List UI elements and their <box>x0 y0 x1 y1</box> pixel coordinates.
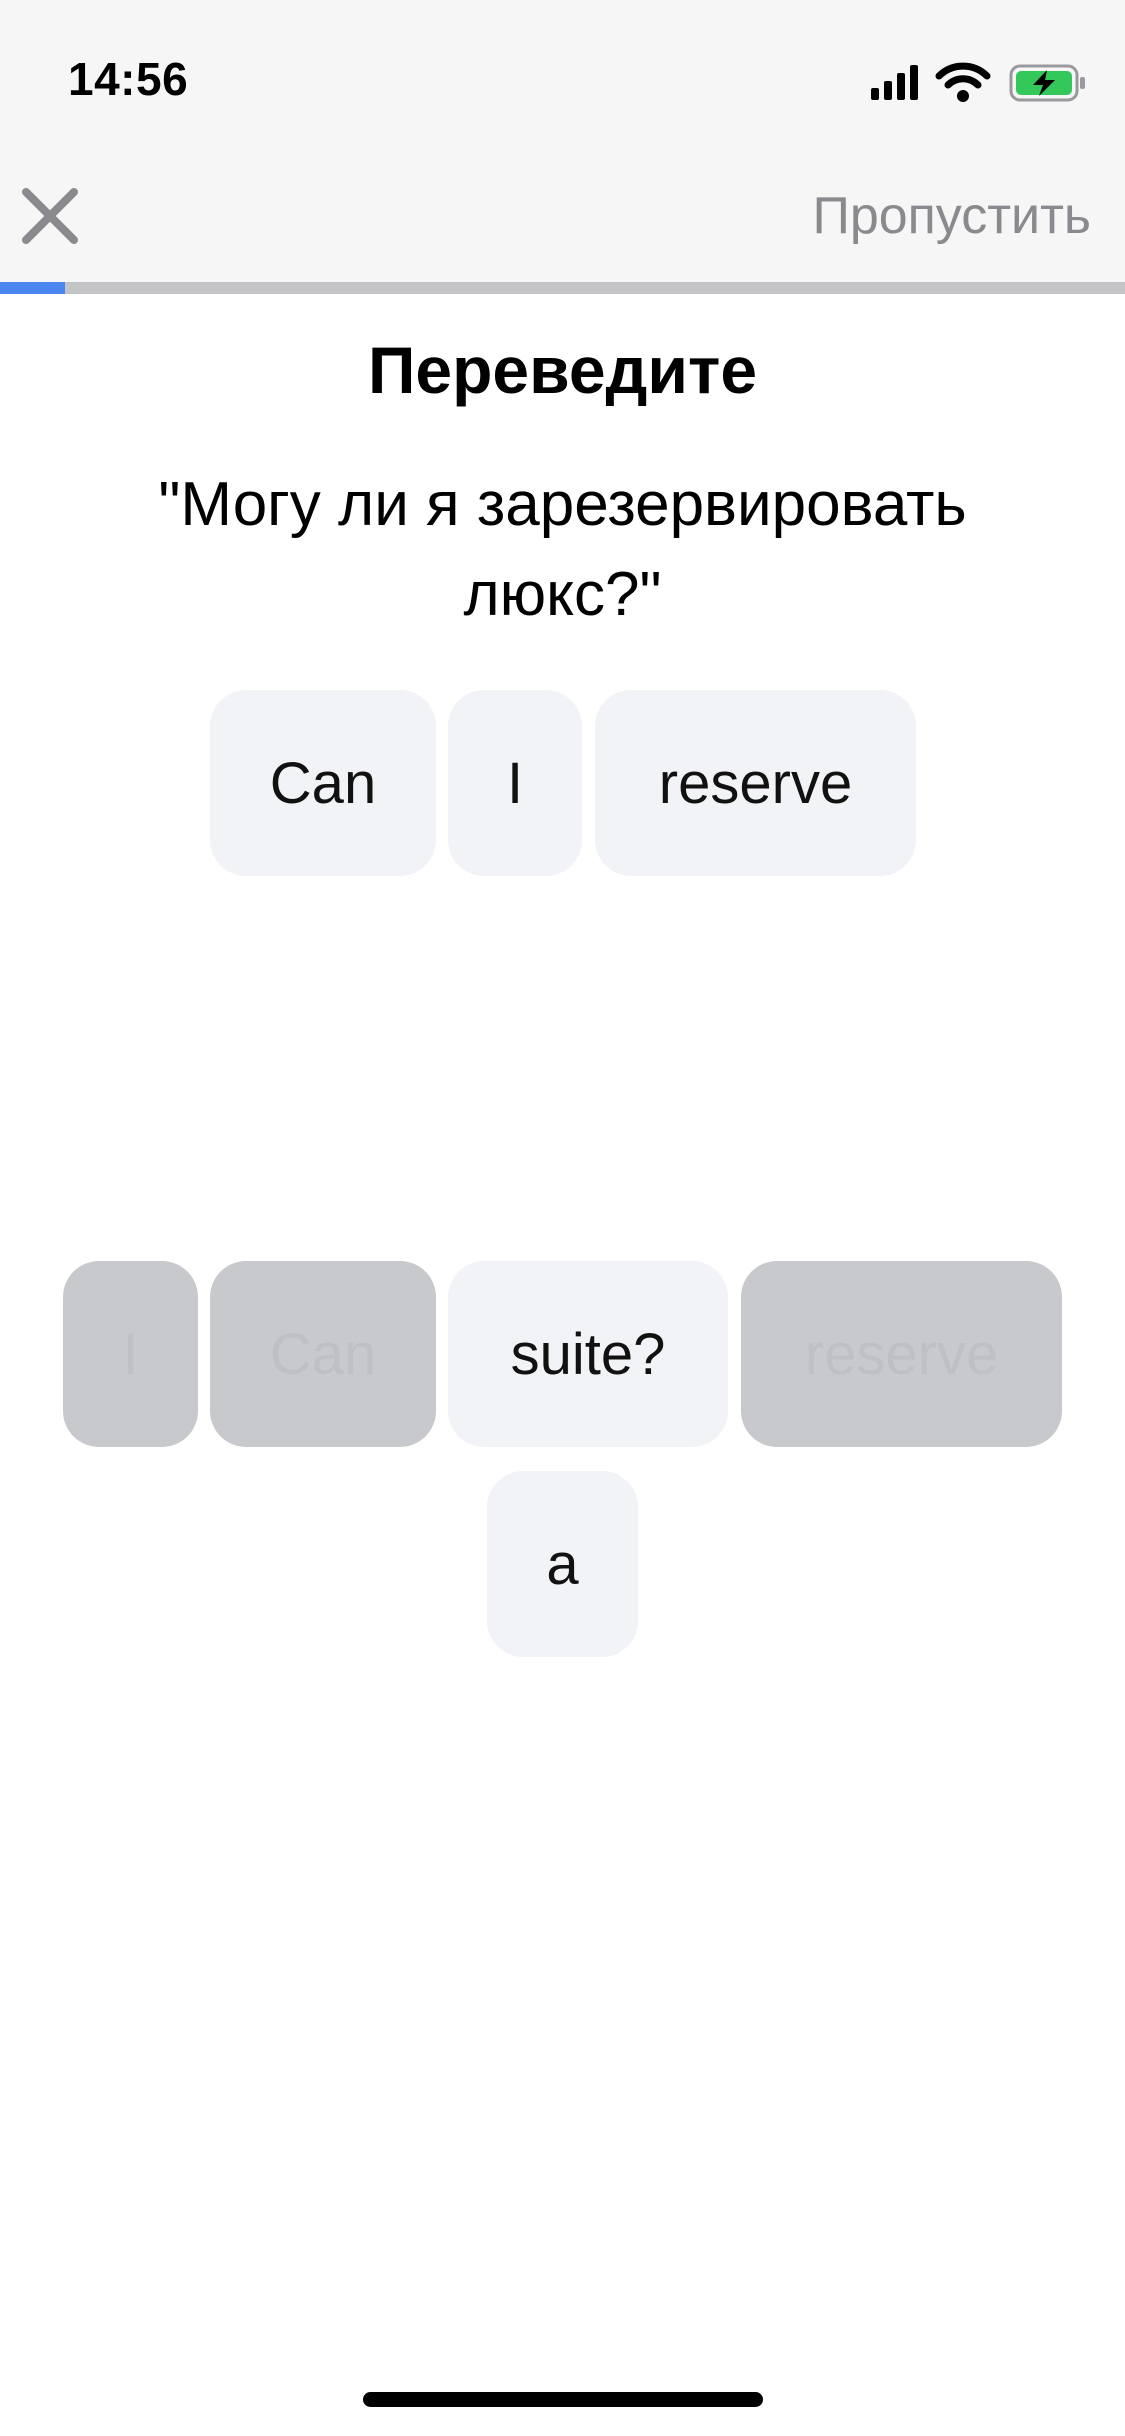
close-button[interactable] <box>14 180 86 252</box>
battery-charging-icon <box>1009 64 1085 102</box>
word-bank-chip-used: reserve <box>741 1261 1062 1447</box>
word-bank-chip[interactable]: suite? <box>448 1261 728 1447</box>
home-indicator[interactable] <box>363 2392 763 2407</box>
progress-bar <box>0 282 1125 294</box>
answer-word-chip[interactable]: reserve <box>595 690 916 876</box>
screen: 14:56 Пропустить Переведите "Могу ли я з… <box>0 0 1125 2436</box>
wifi-icon <box>935 62 991 102</box>
progress-fill <box>0 282 66 294</box>
prompt-sentence: "Могу ли я зарезервировать люкс?" <box>158 470 967 629</box>
cellular-signal-icon <box>871 65 918 100</box>
skip-button[interactable]: Пропустить <box>812 186 1091 246</box>
answer-word-chip[interactable]: Can <box>210 690 436 876</box>
status-time: 14:56 <box>68 53 189 105</box>
word-bank-chip-used: Can <box>210 1261 436 1447</box>
answer-word-chip[interactable]: I <box>448 690 582 876</box>
close-icon <box>22 188 78 244</box>
top-bar: 14:56 Пропустить <box>0 0 1125 282</box>
word-bank-chip[interactable]: a <box>487 1471 638 1657</box>
status-icons <box>871 60 1091 104</box>
instruction-title: Переведите <box>367 333 758 407</box>
word-bank-chip-used: I <box>63 1261 198 1447</box>
